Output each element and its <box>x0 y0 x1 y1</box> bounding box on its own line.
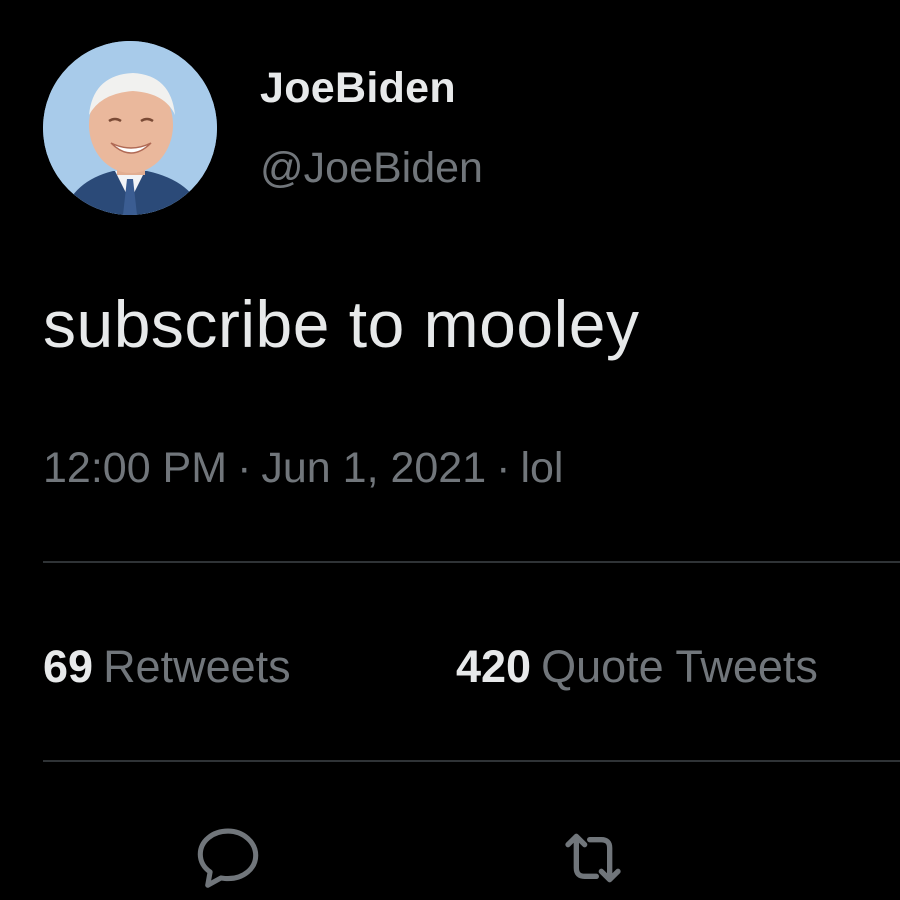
avatar[interactable] <box>43 41 217 215</box>
tweet-text: subscribe to mooley <box>43 287 640 361</box>
tweet-time[interactable]: 12:00 PM <box>43 444 227 492</box>
avatar-image <box>43 41 217 215</box>
retweet-button[interactable] <box>553 818 633 898</box>
divider <box>43 561 900 563</box>
meta-separator: · <box>237 444 252 492</box>
tweet-source[interactable]: lol <box>520 444 563 492</box>
author-display-name[interactable]: JoeBiden <box>260 64 456 113</box>
reply-button[interactable] <box>188 818 268 898</box>
retweets-label: Retweets <box>103 641 291 692</box>
author-handle[interactable]: @JoeBiden <box>260 144 483 193</box>
tweet-card: JoeBiden @JoeBiden subscribe to mooley 1… <box>0 0 900 900</box>
divider <box>43 760 900 762</box>
quote-tweets-label: Quote Tweets <box>541 641 818 692</box>
meta-separator: · <box>496 444 511 492</box>
retweets-count: 69 <box>43 641 94 692</box>
tweet-date[interactable]: Jun 1, 2021 <box>261 444 486 492</box>
retweet-arrows-icon <box>565 833 621 883</box>
reply-bubble-icon <box>197 828 259 888</box>
retweets-stat[interactable]: 69 Retweets <box>43 641 291 693</box>
quote-tweets-count: 420 <box>456 641 532 692</box>
quote-tweets-stat[interactable]: 420 Quote Tweets <box>456 641 818 693</box>
tweet-meta: 12:00 PM · Jun 1, 2021 · lol <box>43 444 564 493</box>
